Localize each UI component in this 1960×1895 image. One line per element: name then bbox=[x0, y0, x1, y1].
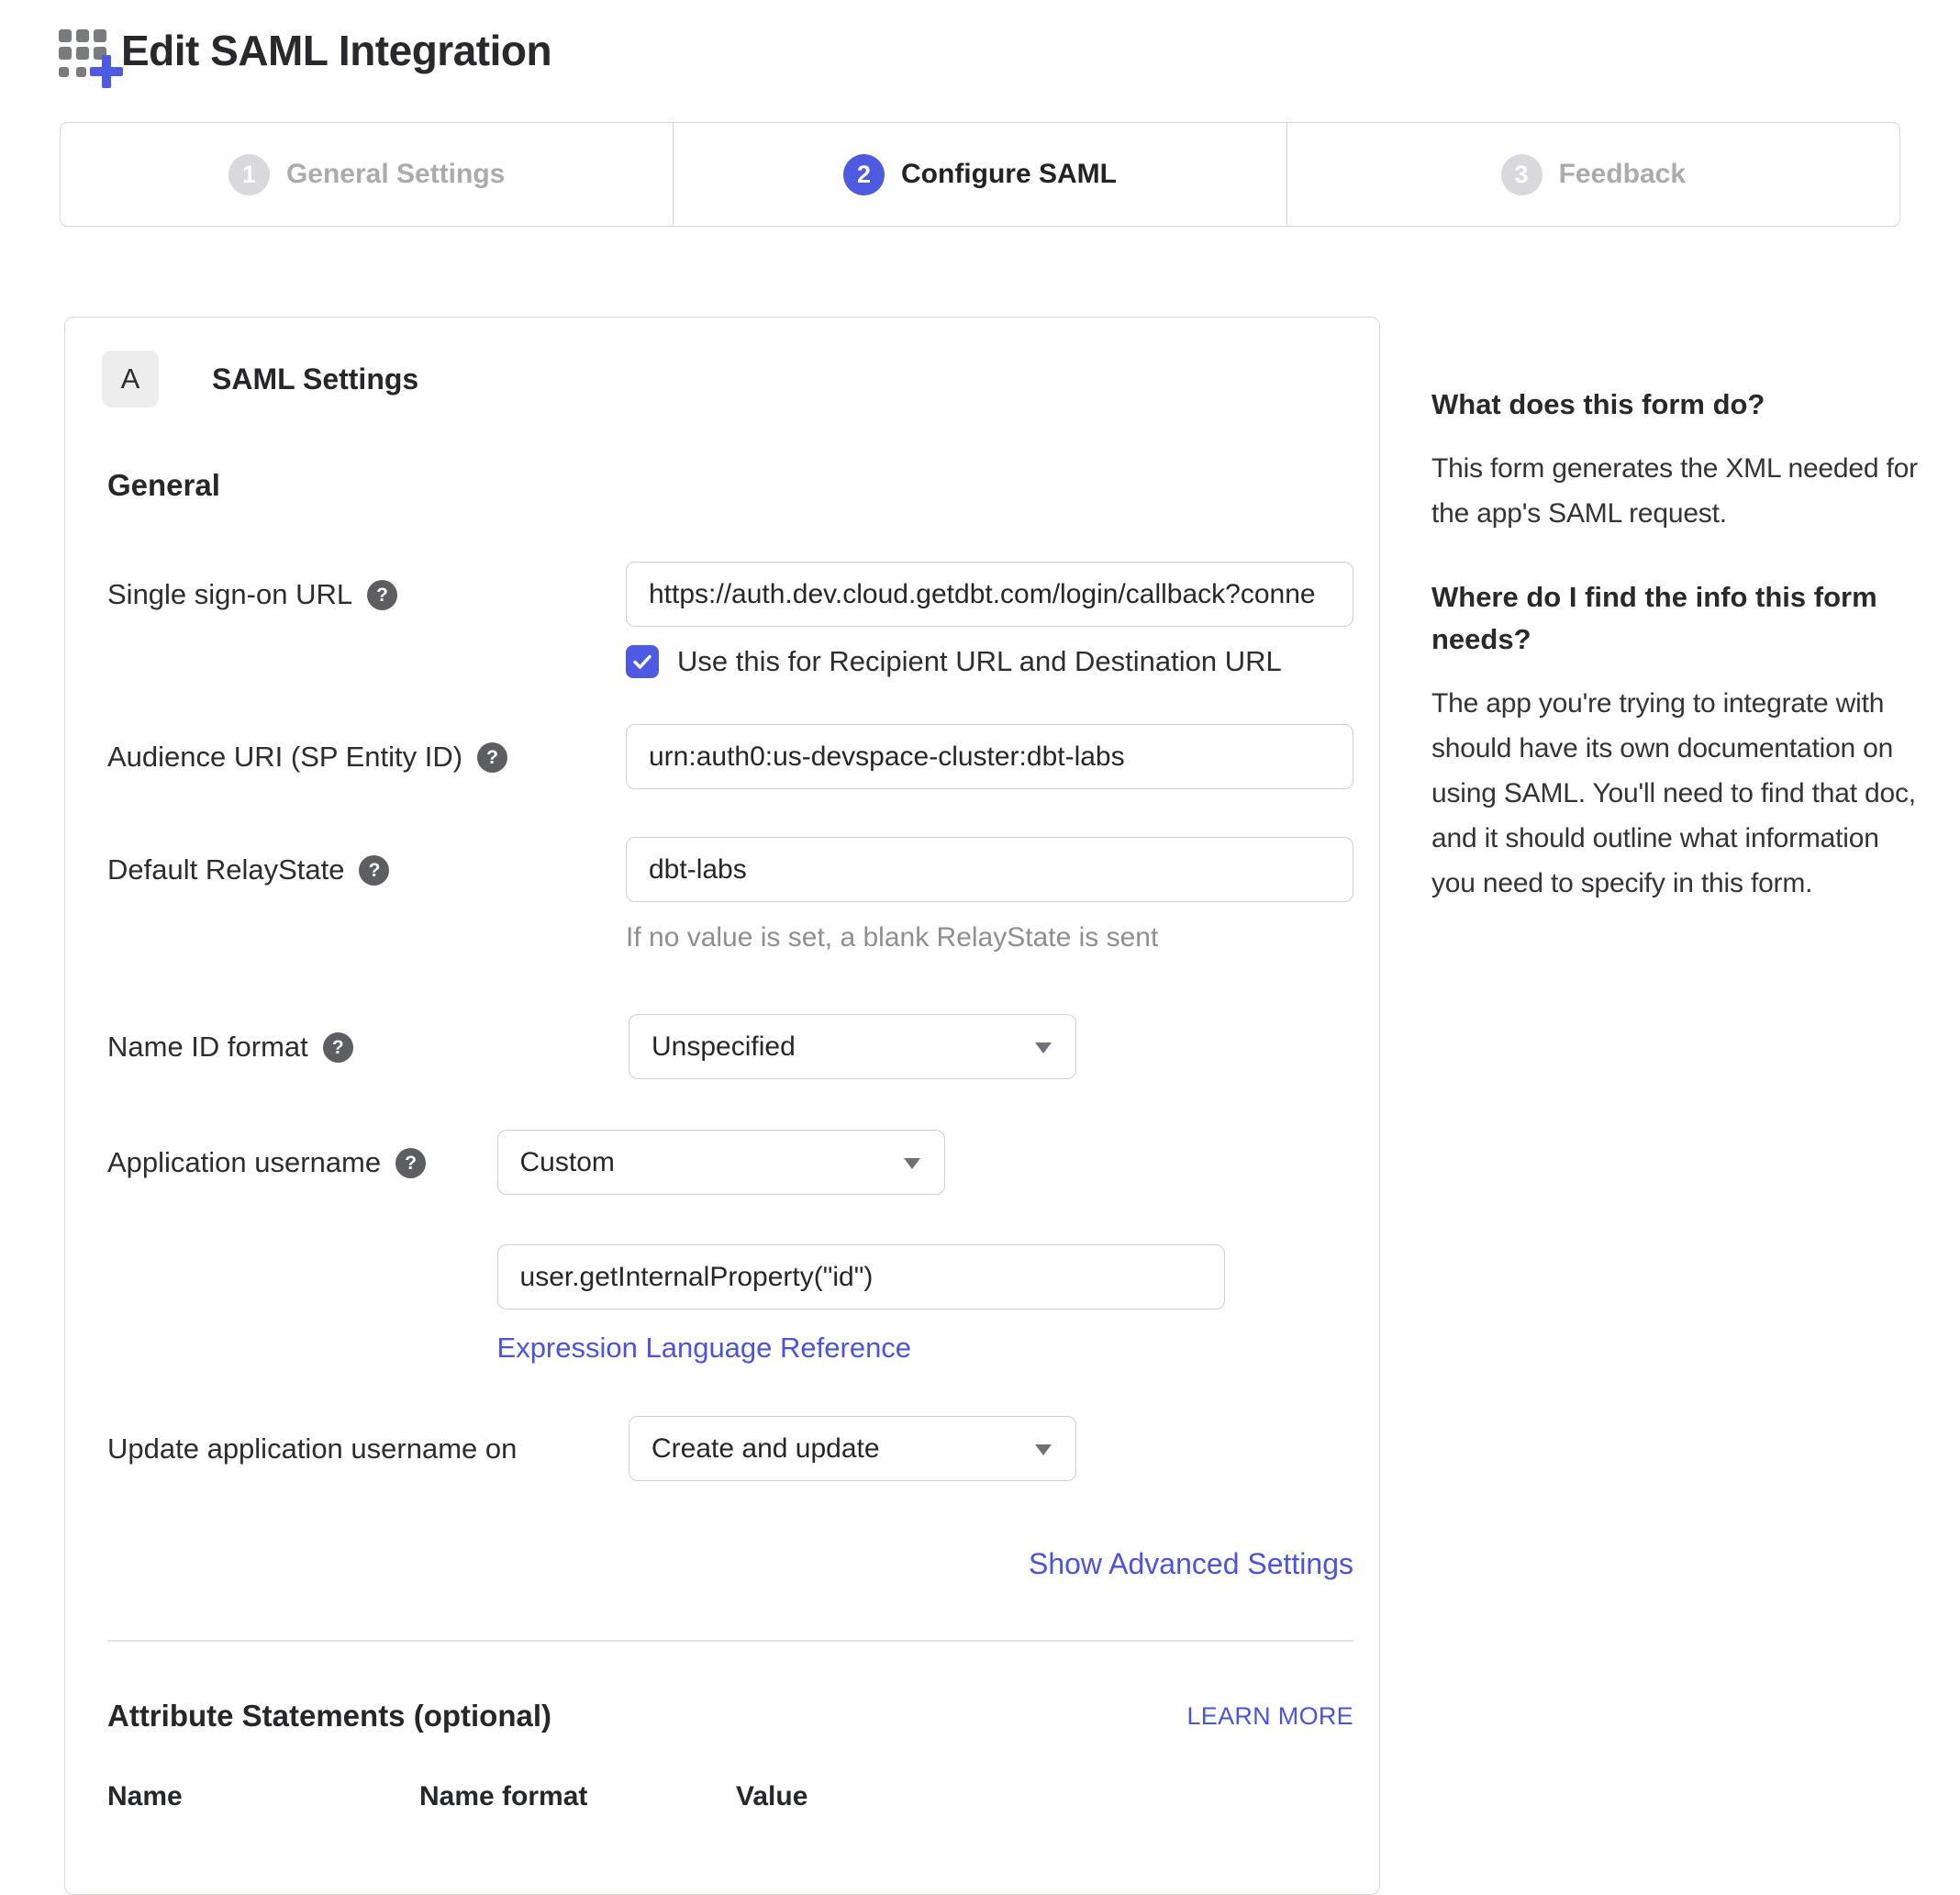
page-title: Edit SAML Integration bbox=[121, 26, 551, 75]
add-app-grid-icon bbox=[59, 24, 116, 77]
step-1-label: General Settings bbox=[286, 159, 505, 190]
update-username-select[interactable]: Create and update bbox=[629, 1416, 1076, 1481]
step-2-label: Configure SAML bbox=[901, 159, 1117, 190]
show-advanced-settings-link[interactable]: Show Advanced Settings bbox=[1029, 1547, 1353, 1580]
app-username-help-icon[interactable]: ? bbox=[395, 1148, 426, 1178]
relaystate-row: Default RelayState ? If no value is set,… bbox=[107, 837, 1353, 953]
app-username-custom-input[interactable] bbox=[497, 1244, 1225, 1310]
attribute-statements-heading: Attribute Statements (optional) bbox=[107, 1699, 551, 1733]
update-username-row: Update application username on Create an… bbox=[107, 1416, 1353, 1481]
relaystate-label-wrap: Default RelayState ? bbox=[107, 837, 626, 953]
step-3-label: Feedback bbox=[1559, 159, 1686, 190]
help-sidebar: What does this form do? This form genera… bbox=[1431, 384, 1918, 946]
page-header: Edit SAML Integration bbox=[59, 24, 551, 77]
audience-uri-label-wrap: Audience URI (SP Entity ID) ? bbox=[107, 724, 626, 789]
panel-title: SAML Settings bbox=[212, 362, 418, 396]
general-section-heading: General bbox=[107, 468, 1353, 503]
column-header-value: Value bbox=[736, 1781, 807, 1812]
column-header-name-format: Name format bbox=[419, 1781, 736, 1812]
nameid-format-value: Unspecified bbox=[651, 1031, 796, 1063]
update-username-label-wrap: Update application username on bbox=[107, 1416, 629, 1481]
sso-url-label-wrap: Single sign-on URL ? bbox=[107, 562, 626, 678]
sidebar-question-1: What does this form do? bbox=[1431, 384, 1918, 426]
audience-uri-label: Audience URI (SP Entity ID) bbox=[107, 739, 462, 775]
app-username-label-wrap: Application username ? bbox=[107, 1130, 497, 1365]
nameid-format-select[interactable]: Unspecified bbox=[629, 1014, 1076, 1079]
chevron-down-icon bbox=[904, 1158, 920, 1169]
attribute-statements-header-row: Name Name format Value bbox=[107, 1781, 1353, 1812]
nameid-format-label: Name ID format bbox=[107, 1029, 308, 1065]
step-configure-saml[interactable]: 2 Configure SAML bbox=[673, 123, 1286, 226]
sso-url-label: Single sign-on URL bbox=[107, 576, 352, 613]
recipient-url-checkbox-label: Use this for Recipient URL and Destinati… bbox=[677, 645, 1282, 678]
update-username-label: Update application username on bbox=[107, 1431, 517, 1467]
wizard-stepper: 1 General Settings 2 Configure SAML 3 Fe… bbox=[60, 122, 1900, 227]
sidebar-question-2: Where do I find the info this form needs… bbox=[1431, 576, 1918, 661]
sso-url-input[interactable] bbox=[626, 562, 1353, 627]
chevron-down-icon bbox=[1035, 1444, 1052, 1455]
expression-language-reference-link[interactable]: Expression Language Reference bbox=[497, 1332, 912, 1365]
relaystate-label: Default RelayState bbox=[107, 852, 344, 888]
learn-more-link[interactable]: LEARN MORE bbox=[1186, 1702, 1353, 1731]
sso-url-row: Single sign-on URL ? Use this for Recipi… bbox=[107, 562, 1353, 678]
step-feedback[interactable]: 3 Feedback bbox=[1286, 123, 1899, 226]
relaystate-help-icon[interactable]: ? bbox=[359, 855, 389, 886]
app-username-select[interactable]: Custom bbox=[497, 1130, 945, 1195]
step-1-number: 1 bbox=[228, 154, 270, 195]
checkmark-icon bbox=[631, 651, 653, 673]
app-username-value: Custom bbox=[520, 1147, 615, 1178]
column-header-name: Name bbox=[107, 1781, 419, 1812]
app-username-label: Application username bbox=[107, 1144, 381, 1181]
section-a-badge: A bbox=[102, 351, 159, 407]
sidebar-answer-2: The app you're trying to integrate with … bbox=[1431, 681, 1918, 906]
audience-uri-row: Audience URI (SP Entity ID) ? bbox=[107, 724, 1353, 789]
recipient-url-checkbox[interactable] bbox=[626, 645, 659, 678]
relaystate-hint: If no value is set, a blank RelayState i… bbox=[626, 922, 1353, 953]
chevron-down-icon bbox=[1035, 1042, 1052, 1053]
sidebar-answer-1: This form generates the XML needed for t… bbox=[1431, 446, 1918, 536]
saml-settings-panel: A SAML Settings General Single sign-on U… bbox=[64, 317, 1380, 1895]
app-username-row: Application username ? Custom Expression… bbox=[107, 1130, 1353, 1365]
plus-icon bbox=[90, 55, 123, 88]
section-divider bbox=[107, 1640, 1353, 1642]
audience-uri-input[interactable] bbox=[626, 724, 1353, 789]
step-general-settings[interactable]: 1 General Settings bbox=[61, 123, 673, 226]
step-3-number: 3 bbox=[1501, 154, 1542, 195]
update-username-value: Create and update bbox=[651, 1433, 880, 1465]
sso-url-help-icon[interactable]: ? bbox=[367, 580, 397, 610]
relaystate-input[interactable] bbox=[626, 837, 1353, 902]
nameid-format-label-wrap: Name ID format ? bbox=[107, 1014, 629, 1079]
step-2-number: 2 bbox=[843, 154, 885, 195]
nameid-format-row: Name ID format ? Unspecified bbox=[107, 1014, 1353, 1079]
audience-uri-help-icon[interactable]: ? bbox=[477, 742, 507, 773]
nameid-format-help-icon[interactable]: ? bbox=[323, 1032, 353, 1063]
